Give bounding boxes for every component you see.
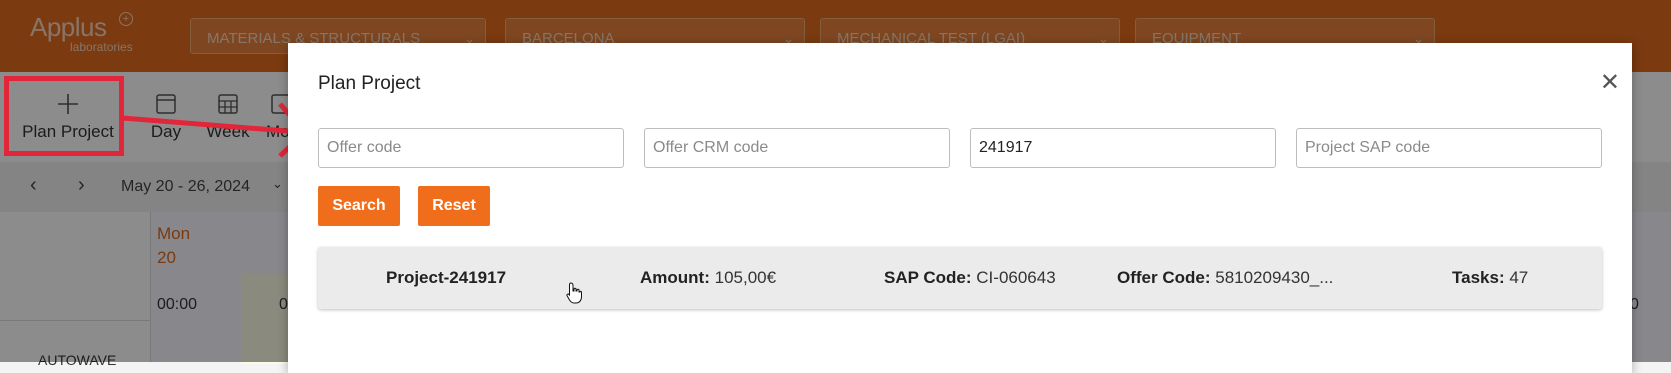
project-sap-code-input[interactable] (1296, 128, 1602, 168)
tasks-label: Tasks: (1452, 268, 1505, 287)
amount-label: Amount: (640, 268, 710, 287)
project-result-row[interactable]: Project-241917 Amount: 105,00€ SAP Code:… (318, 247, 1602, 309)
close-icon[interactable]: ✕ (1600, 71, 1620, 95)
reset-button[interactable]: Reset (418, 186, 490, 226)
modal-title: Plan Project (318, 73, 421, 94)
offer-code-value: 5810209430_... (1215, 268, 1334, 287)
sap-code-value: CI-060643 (976, 268, 1056, 287)
offer-code-label: Offer Code: (1117, 268, 1211, 287)
search-button[interactable]: Search (318, 186, 400, 226)
amount-value: 105,00€ (714, 268, 777, 287)
project-name: Project-241917 (386, 268, 507, 287)
project-code-input[interactable] (970, 128, 1276, 168)
sap-code-label: SAP Code: (884, 268, 972, 287)
tasks-value: 47 (1509, 268, 1529, 287)
offer-crm-code-input[interactable] (644, 128, 950, 168)
offer-code-input[interactable] (318, 128, 624, 168)
hand-cursor-icon (566, 282, 582, 304)
plan-project-modal: Plan Project ✕ Search Reset Project-2419… (288, 43, 1632, 373)
highlight-box (4, 76, 124, 156)
